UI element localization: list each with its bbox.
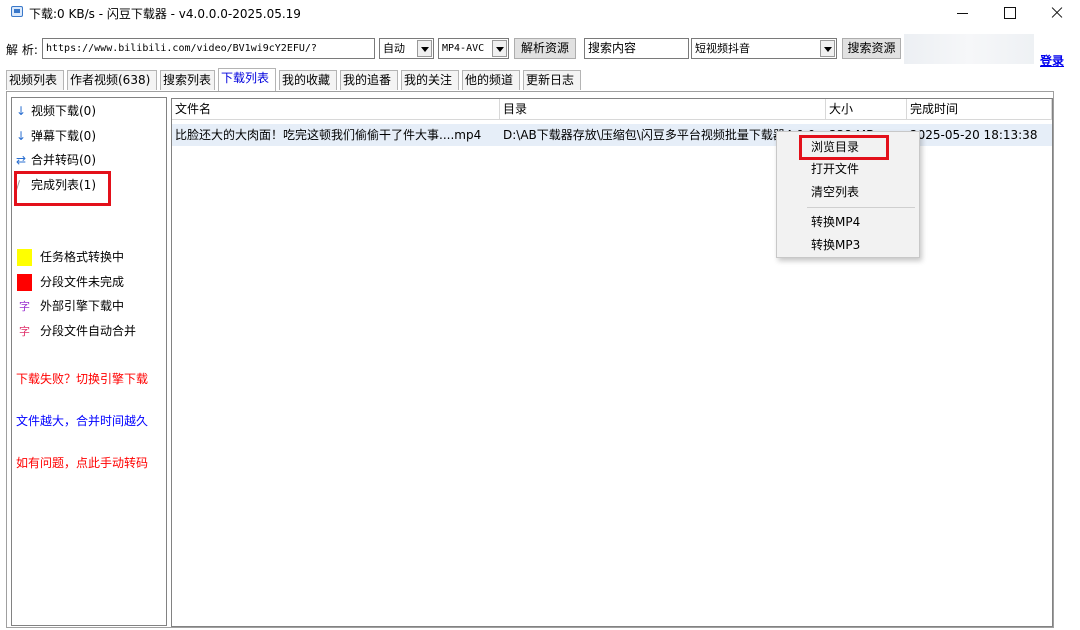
char-glyph-icon: 字	[19, 300, 30, 313]
blurred-region	[904, 34, 1034, 64]
column-header-directory[interactable]: 目录	[500, 99, 826, 120]
app-icon	[11, 6, 23, 17]
column-header-filename[interactable]: 文件名	[172, 99, 500, 120]
highlight-box	[14, 171, 111, 206]
chevron-down-icon[interactable]	[417, 40, 432, 57]
chevron-down-icon[interactable]	[492, 40, 507, 57]
menu-item-convert-mp4[interactable]: 转换MP4	[811, 212, 860, 232]
column-header-completed[interactable]: 完成时间	[907, 99, 1052, 120]
tab-favorites[interactable]: 我的收藏	[279, 70, 337, 90]
tab-their-channel[interactable]: 他的频道	[462, 70, 520, 90]
tab-video-list[interactable]: 视频列表	[6, 70, 64, 90]
sidebar-item-video-download[interactable]: ↓ 视频下载(0)	[16, 102, 96, 120]
sidebar-item-label: 合并转码(0)	[31, 153, 96, 167]
manual-transcode-link[interactable]: 如有问题，点此手动转码	[16, 454, 148, 471]
sidebar-item-label: 视频下载(0)	[31, 104, 96, 118]
sidebar-item-danmaku-download[interactable]: ↓ 弹幕下载(0)	[16, 127, 96, 145]
login-link[interactable]: 登录	[1040, 52, 1064, 69]
yellow-swatch-icon	[17, 249, 32, 266]
chevron-down-icon[interactable]	[820, 40, 835, 57]
switch-engine-link[interactable]: 下载失败？切换引擎下载	[16, 370, 148, 387]
arrow-down-icon: ↓	[16, 104, 27, 118]
tab-download-list[interactable]: 下载列表	[218, 68, 276, 91]
search-input[interactable]: 搜索内容	[584, 38, 689, 59]
cell-completed: 2025-05-20 18:13:38	[910, 128, 1038, 142]
column-header-size[interactable]: 大小	[826, 99, 907, 120]
arrow-down-icon: ↓	[16, 129, 27, 143]
close-button[interactable]	[1034, 0, 1080, 26]
merge-time-note: 文件越大，合并时间越久	[16, 414, 149, 428]
url-input[interactable]: https://www.bilibili.com/video/BV1wi9cY2…	[42, 38, 375, 59]
legend-label: 分段文件自动合并	[40, 324, 137, 338]
legend-label: 分段文件未完成	[40, 275, 125, 289]
legend-item: 字分段文件自动合并	[17, 322, 136, 340]
sidebar-item-merge-transcode[interactable]: ⇄ 合并转码(0)	[16, 151, 96, 169]
sidebar-item-label: 弹幕下载(0)	[31, 129, 96, 143]
window-title: 下载:0 KB/s - 闪豆下载器 - v4.0.0.0-2025.05.19	[29, 7, 301, 21]
legend-item: 任务格式转换中	[17, 248, 124, 266]
legend-label: 任务格式转换中	[40, 250, 125, 264]
char-glyph-icon: 字	[19, 325, 30, 338]
url-label: 解 析:	[6, 43, 38, 57]
menu-item-clear-list[interactable]: 清空列表	[811, 182, 859, 202]
legend-item: 字外部引擎下载中	[17, 297, 124, 315]
legend-label: 外部引擎下载中	[40, 299, 125, 313]
sidebar: ↓ 视频下载(0) ↓ 弹幕下载(0) ⇄ 合并转码(0) ∕ 完成列表(1) 任务格式…	[11, 97, 167, 626]
menu-item-convert-mp3[interactable]: 转换MP3	[811, 235, 860, 255]
title-bar: 下载:0 KB/s - 闪豆下载器 - v4.0.0.0-2025.05.19	[0, 0, 1080, 26]
download-table: 文件名 目录 大小 完成时间 比脸还大的大肉面！吃完这顿我们偷偷干了件大事...…	[171, 98, 1053, 627]
maximize-button[interactable]	[986, 0, 1032, 26]
menu-separator	[807, 207, 915, 208]
quality-select[interactable]: 自动	[379, 38, 434, 59]
tab-following-anime[interactable]: 我的追番	[340, 70, 398, 90]
minimize-button[interactable]	[940, 0, 986, 26]
toolbar: 解 析: https://www.bilibili.com/video/BV1w…	[0, 34, 1080, 64]
tab-search-list[interactable]: 搜索列表	[160, 70, 215, 90]
menu-item-open-file[interactable]: 打开文件	[811, 159, 859, 179]
highlight-box	[799, 135, 889, 160]
platform-select-value: 短视频抖音	[695, 42, 750, 55]
red-swatch-icon	[17, 274, 32, 291]
parse-button[interactable]: 解析资源	[514, 38, 576, 59]
tab-author-videos[interactable]: 作者视频(638)	[67, 70, 157, 90]
quality-select-value: 自动	[383, 42, 405, 55]
tab-my-follows[interactable]: 我的关注	[401, 70, 459, 90]
legend-item: 分段文件未完成	[17, 273, 124, 291]
tab-changelog[interactable]: 更新日志	[523, 70, 581, 90]
swap-arrows-icon: ⇄	[16, 153, 27, 167]
format-select[interactable]: MP4-AVC	[438, 38, 509, 59]
search-button[interactable]: 搜索资源	[842, 38, 901, 59]
format-select-value: MP4-AVC	[442, 43, 485, 54]
cell-filename: 比脸还大的大肉面！吃完这顿我们偷偷干了件大事....mp4	[175, 128, 482, 142]
platform-select[interactable]: 短视频抖音	[691, 38, 837, 59]
